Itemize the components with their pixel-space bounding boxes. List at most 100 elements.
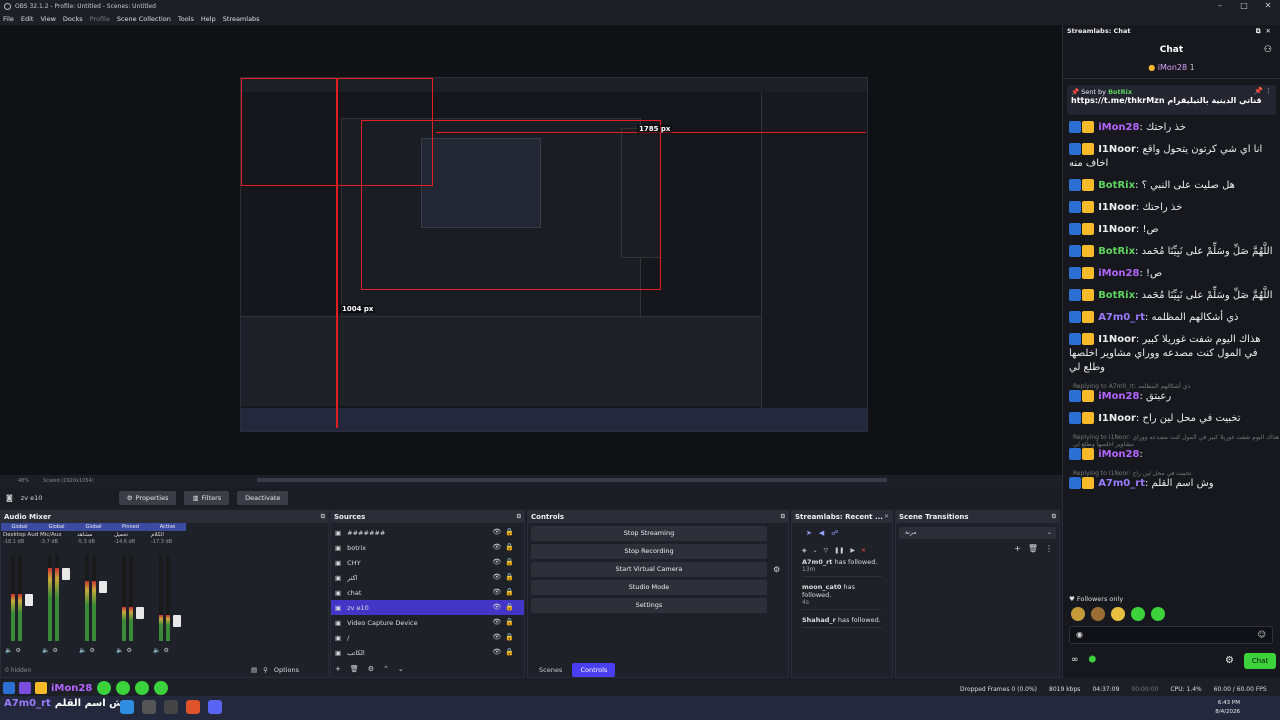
speaker-icon[interactable]: 🔈 <box>153 647 163 654</box>
chat-settings-icon[interactable]: ⚙ <box>1225 655 1234 666</box>
points-icon[interactable]: ∞ <box>1071 655 1079 665</box>
lock-icon[interactable]: 🔒 <box>505 648 518 656</box>
emote-icon[interactable] <box>1131 607 1145 621</box>
speaker-icon[interactable]: 🔈 <box>116 647 126 654</box>
group-icon[interactable]: ☍ <box>831 529 838 537</box>
mute-icon[interactable]: ◀ <box>819 529 824 537</box>
start-virtual-camera-button[interactable]: Start Virtual Camera <box>531 562 767 577</box>
zoom-level[interactable]: 48% <box>18 478 29 484</box>
lock-icon[interactable]: 🔒 <box>505 618 518 626</box>
scale-info[interactable]: Scaled (1920x1054) <box>43 478 94 484</box>
menu-scene-collection[interactable]: Scene Collection <box>117 15 171 23</box>
pause-icon[interactable]: ❚❚ <box>834 547 844 554</box>
studio-mode-button[interactable]: Studio Mode <box>531 580 767 595</box>
discord-icon[interactable] <box>208 700 222 714</box>
brave-icon[interactable] <box>186 700 200 714</box>
stop-recording-button[interactable]: Stop Recording <box>531 544 767 559</box>
emoji-icon[interactable]: ☺ <box>1258 630 1266 639</box>
chat-message[interactable]: iMon28: خذ راحتك <box>1063 121 1280 135</box>
menu-view[interactable]: View <box>40 15 55 23</box>
options-button[interactable]: Options <box>274 666 299 674</box>
chat-message[interactable]: I1Noor: ص! <box>1063 223 1280 237</box>
eye-icon[interactable]: 👁 <box>492 528 505 536</box>
chat-message[interactable]: BotRix: هل صليت على النبي ؟ <box>1063 179 1280 193</box>
eye-icon[interactable]: 👁 <box>492 543 505 551</box>
source-item[interactable]: ▣ / 👁🔒 <box>331 630 524 645</box>
chat-message[interactable]: iMon28: <box>1063 448 1280 462</box>
lock-icon[interactable]: 🔒 <box>505 543 518 551</box>
gear-icon[interactable]: ⚙ <box>89 647 97 654</box>
minimize-button[interactable]: – <box>1208 0 1232 12</box>
reply-context[interactable]: Replying to I1Noor: هذاك اليوم شفت غوريل… <box>1063 434 1280 448</box>
chat-message[interactable]: I1Noor: تخبيت في محل لين راح <box>1063 412 1280 426</box>
remove-source-button[interactable]: 🗑 <box>350 665 359 673</box>
add-transition-button[interactable]: + <box>1014 544 1021 553</box>
source-item[interactable]: ▣ ####### 👁🔒 <box>331 525 524 540</box>
menu-help[interactable]: Help <box>201 15 216 23</box>
deactivate-button[interactable]: Deactivate <box>237 491 289 505</box>
chat-message[interactable]: A7m0_rt: وش اسم القلم <box>1063 477 1280 491</box>
menu-docks[interactable]: Docks <box>63 15 83 23</box>
kick-icon[interactable]: ⬢ <box>1089 655 1097 665</box>
source-item[interactable]: ▣ الكاتب 👁🔒 <box>331 645 524 660</box>
source-item[interactable]: ▣ اكثر 👁🔒 <box>331 570 524 585</box>
emote-icon[interactable] <box>1151 607 1165 621</box>
source-item[interactable]: ▣ CHY 👁🔒 <box>331 555 524 570</box>
send-chat-button[interactable]: Chat <box>1244 653 1276 669</box>
add-source-button[interactable]: + <box>335 665 341 673</box>
skip-alert-icon[interactable]: ✕ <box>861 547 866 554</box>
event-item[interactable]: Shahad_r has followed. <box>802 616 882 628</box>
lock-icon[interactable]: 🔒 <box>505 588 518 596</box>
lock-icon[interactable]: 🔒 <box>505 528 518 536</box>
filters-button[interactable]: ▥ Filters <box>184 491 230 505</box>
remove-transition-button[interactable]: 🗑 <box>1028 544 1038 553</box>
lock-icon[interactable]: 🔒 <box>505 573 518 581</box>
volume-fader[interactable] <box>99 580 107 593</box>
chat-message[interactable]: I1Noor: خذ راحتك <box>1063 201 1280 215</box>
lock-icon[interactable]: 🔒 <box>505 603 518 611</box>
maximize-button[interactable]: □ <box>1232 0 1256 12</box>
layout-icon[interactable]: ▤ <box>251 666 257 674</box>
menu-edit[interactable]: Edit <box>21 15 34 23</box>
app-icon[interactable] <box>142 700 156 714</box>
chat-message[interactable]: iMon28: رعبتق <box>1063 390 1280 404</box>
shield-icon[interactable]: ◈ <box>802 547 807 554</box>
volume-fader[interactable] <box>136 606 144 619</box>
close-button[interactable]: ✕ <box>1256 0 1280 12</box>
chat-message[interactable]: BotRix: اللَّهُمَّ صَلِّ وسَلِّمْ على نَ… <box>1063 289 1280 303</box>
speaker-icon[interactable]: 🔈 <box>42 647 52 654</box>
skip-icon[interactable]: ▶ <box>850 547 855 554</box>
stop-streaming-button[interactable]: Stop Streaming <box>531 526 767 541</box>
gear-icon[interactable]: ⚙ <box>163 647 171 654</box>
emote-icon[interactable] <box>1071 607 1085 621</box>
source-item[interactable]: ▣ botrix 👁🔒 <box>331 540 524 555</box>
source-item[interactable]: ▣ chat 👁🔒 <box>331 585 524 600</box>
menu-profile[interactable]: Profile <box>90 15 110 23</box>
app-icon[interactable] <box>164 700 178 714</box>
move-down-button[interactable]: ⌄ <box>398 665 404 673</box>
source-item[interactable]: ▣ Video Capture Device 👁🔒 <box>331 615 524 630</box>
menu-streamlabs[interactable]: Streamlabs <box>223 15 260 23</box>
eye-icon[interactable]: 👁 <box>492 558 505 566</box>
mixer-channel-mode[interactable]: Pinned <box>112 523 149 531</box>
source-item[interactable]: ▣ zv e10 👁🔒 <box>331 600 524 615</box>
pinned-link[interactable]: https://t.me/thkrMzn <box>1071 96 1165 105</box>
tab-scenes[interactable]: Scenes <box>531 663 570 677</box>
lock-icon[interactable]: 🔒 <box>505 558 518 566</box>
tab-controls[interactable]: Controls <box>572 663 616 677</box>
reply-context[interactable]: Replying to A7m0_rt: ذي أشكالهم المظلمه <box>1063 383 1280 390</box>
eye-icon[interactable]: 👁 <box>492 633 505 641</box>
chat-message[interactable]: BotRix: اللَّهُمَّ صَلِّ وسَلِّمْ على نَ… <box>1063 245 1280 259</box>
reply-context[interactable]: Replying to I1Noor: تخبيت في محل لين راح <box>1063 470 1280 477</box>
menu-file[interactable]: File <box>3 15 14 23</box>
volume-fader[interactable] <box>173 615 181 628</box>
settings-button[interactable]: Settings <box>531 598 767 613</box>
lock-icon[interactable]: 🔒 <box>505 633 518 641</box>
transition-menu-icon[interactable]: ⋮ <box>1045 544 1053 553</box>
eye-icon[interactable]: 👁 <box>492 603 505 611</box>
eye-icon[interactable]: 👁 <box>492 588 505 596</box>
chat-message[interactable]: A7m0_rt: ذي أشكالهم المظلمه <box>1063 311 1280 325</box>
event-item[interactable]: A7m0_rt has followed. 13m <box>802 558 882 577</box>
mixer-channel-mode[interactable]: Global <box>38 523 75 531</box>
move-up-button[interactable]: ⌃ <box>383 665 389 673</box>
